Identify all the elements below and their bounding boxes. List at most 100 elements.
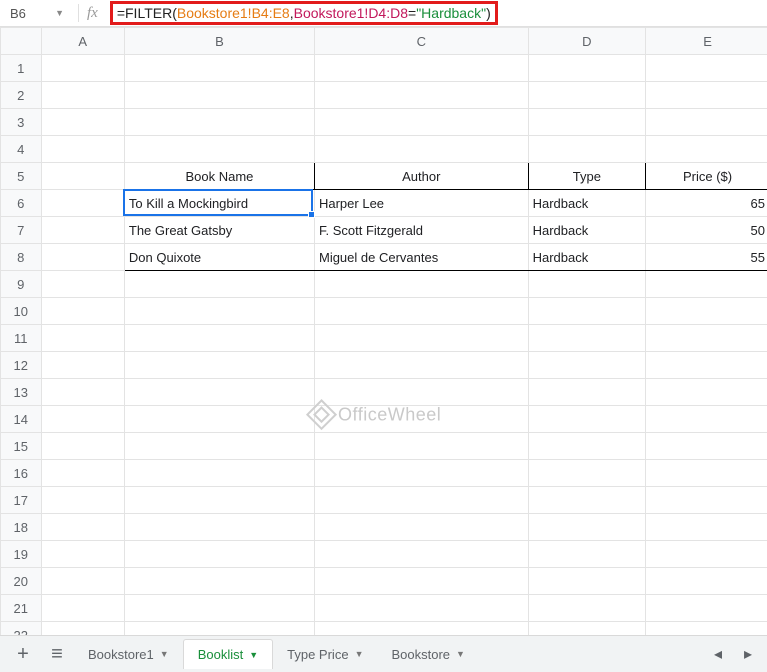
cell[interactable] — [314, 325, 528, 352]
cell[interactable] — [528, 460, 645, 487]
row-header[interactable]: 22 — [1, 622, 42, 636]
row-header[interactable]: 12 — [1, 352, 42, 379]
cell[interactable] — [314, 55, 528, 82]
cell[interactable] — [646, 136, 767, 163]
cell[interactable] — [528, 514, 645, 541]
cell[interactable] — [124, 514, 314, 541]
column-header[interactable]: C — [314, 28, 528, 55]
cell[interactable] — [646, 82, 767, 109]
tabs-scroll-right-button[interactable]: ▸ — [735, 639, 761, 669]
cell[interactable] — [41, 595, 124, 622]
cell[interactable] — [528, 568, 645, 595]
cell[interactable]: Hardback — [528, 190, 645, 217]
cell[interactable] — [41, 217, 124, 244]
cell[interactable] — [41, 82, 124, 109]
cell[interactable]: 55 — [646, 244, 767, 271]
cell[interactable] — [528, 352, 645, 379]
cell[interactable] — [124, 136, 314, 163]
column-header[interactable]: B — [124, 28, 314, 55]
cell[interactable] — [314, 82, 528, 109]
row-header[interactable]: 15 — [1, 433, 42, 460]
chevron-down-icon[interactable]: ▼ — [355, 649, 364, 659]
cell[interactable] — [528, 82, 645, 109]
chevron-down-icon[interactable]: ▼ — [249, 650, 258, 660]
cell[interactable]: 65 — [646, 190, 767, 217]
cell[interactable] — [314, 622, 528, 636]
cell[interactable] — [41, 244, 124, 271]
cell[interactable] — [41, 190, 124, 217]
column-header[interactable]: A — [41, 28, 124, 55]
cell[interactable] — [528, 541, 645, 568]
row-header[interactable]: 14 — [1, 406, 42, 433]
row-header[interactable]: 11 — [1, 325, 42, 352]
chevron-down-icon[interactable]: ▼ — [160, 649, 169, 659]
cell[interactable] — [124, 595, 314, 622]
cell[interactable] — [41, 352, 124, 379]
cell[interactable] — [41, 298, 124, 325]
cell[interactable] — [528, 379, 645, 406]
cell[interactable] — [124, 298, 314, 325]
row-header[interactable]: 6 — [1, 190, 42, 217]
row-header[interactable]: 5 — [1, 163, 42, 190]
column-header[interactable]: D — [528, 28, 645, 55]
cell[interactable] — [528, 406, 645, 433]
cell[interactable] — [41, 433, 124, 460]
row-header[interactable]: 21 — [1, 595, 42, 622]
cell[interactable] — [41, 487, 124, 514]
cell[interactable] — [314, 379, 528, 406]
cell[interactable] — [124, 379, 314, 406]
cell[interactable] — [124, 271, 314, 298]
row-header[interactable]: 3 — [1, 109, 42, 136]
select-all-corner[interactable] — [1, 28, 42, 55]
row-header[interactable]: 4 — [1, 136, 42, 163]
cell[interactable] — [528, 271, 645, 298]
cell[interactable] — [41, 109, 124, 136]
row-header[interactable]: 8 — [1, 244, 42, 271]
cell[interactable] — [646, 541, 767, 568]
cell[interactable] — [314, 595, 528, 622]
cell[interactable] — [528, 109, 645, 136]
cell[interactable] — [314, 406, 528, 433]
cell[interactable]: The Great Gatsby — [124, 217, 314, 244]
cell[interactable] — [646, 487, 767, 514]
cell[interactable] — [41, 163, 124, 190]
cell[interactable] — [528, 622, 645, 636]
cell[interactable] — [124, 352, 314, 379]
cell[interactable] — [41, 55, 124, 82]
cell[interactable] — [41, 379, 124, 406]
cell[interactable] — [314, 460, 528, 487]
cell[interactable] — [646, 109, 767, 136]
cell[interactable]: Don Quixote — [124, 244, 314, 271]
cell[interactable] — [528, 325, 645, 352]
cell[interactable] — [314, 568, 528, 595]
cell[interactable] — [528, 55, 645, 82]
cell[interactable] — [528, 487, 645, 514]
cell[interactable] — [41, 325, 124, 352]
cell[interactable]: Harper Lee — [314, 190, 528, 217]
cell[interactable] — [646, 325, 767, 352]
cell[interactable] — [646, 514, 767, 541]
row-header[interactable]: 19 — [1, 541, 42, 568]
cell[interactable] — [646, 271, 767, 298]
row-header[interactable]: 17 — [1, 487, 42, 514]
cell[interactable] — [124, 325, 314, 352]
cell[interactable]: Author — [314, 163, 528, 190]
cell[interactable] — [314, 514, 528, 541]
cell[interactable] — [124, 82, 314, 109]
row-header[interactable]: 16 — [1, 460, 42, 487]
spreadsheet-grid[interactable]: ABCDE12345Book NameAuthorTypePrice ($)6T… — [0, 27, 767, 635]
cell[interactable] — [314, 352, 528, 379]
row-header[interactable]: 2 — [1, 82, 42, 109]
cell[interactable] — [528, 595, 645, 622]
cell[interactable] — [124, 55, 314, 82]
cell[interactable] — [314, 433, 528, 460]
cell[interactable]: Hardback — [528, 217, 645, 244]
cell[interactable] — [314, 487, 528, 514]
cell[interactable] — [41, 541, 124, 568]
cell[interactable]: Book Name — [124, 163, 314, 190]
cell[interactable]: To Kill a Mockingbird — [124, 190, 314, 217]
cell[interactable] — [314, 136, 528, 163]
cell[interactable] — [124, 109, 314, 136]
cell[interactable] — [124, 568, 314, 595]
row-header[interactable]: 10 — [1, 298, 42, 325]
